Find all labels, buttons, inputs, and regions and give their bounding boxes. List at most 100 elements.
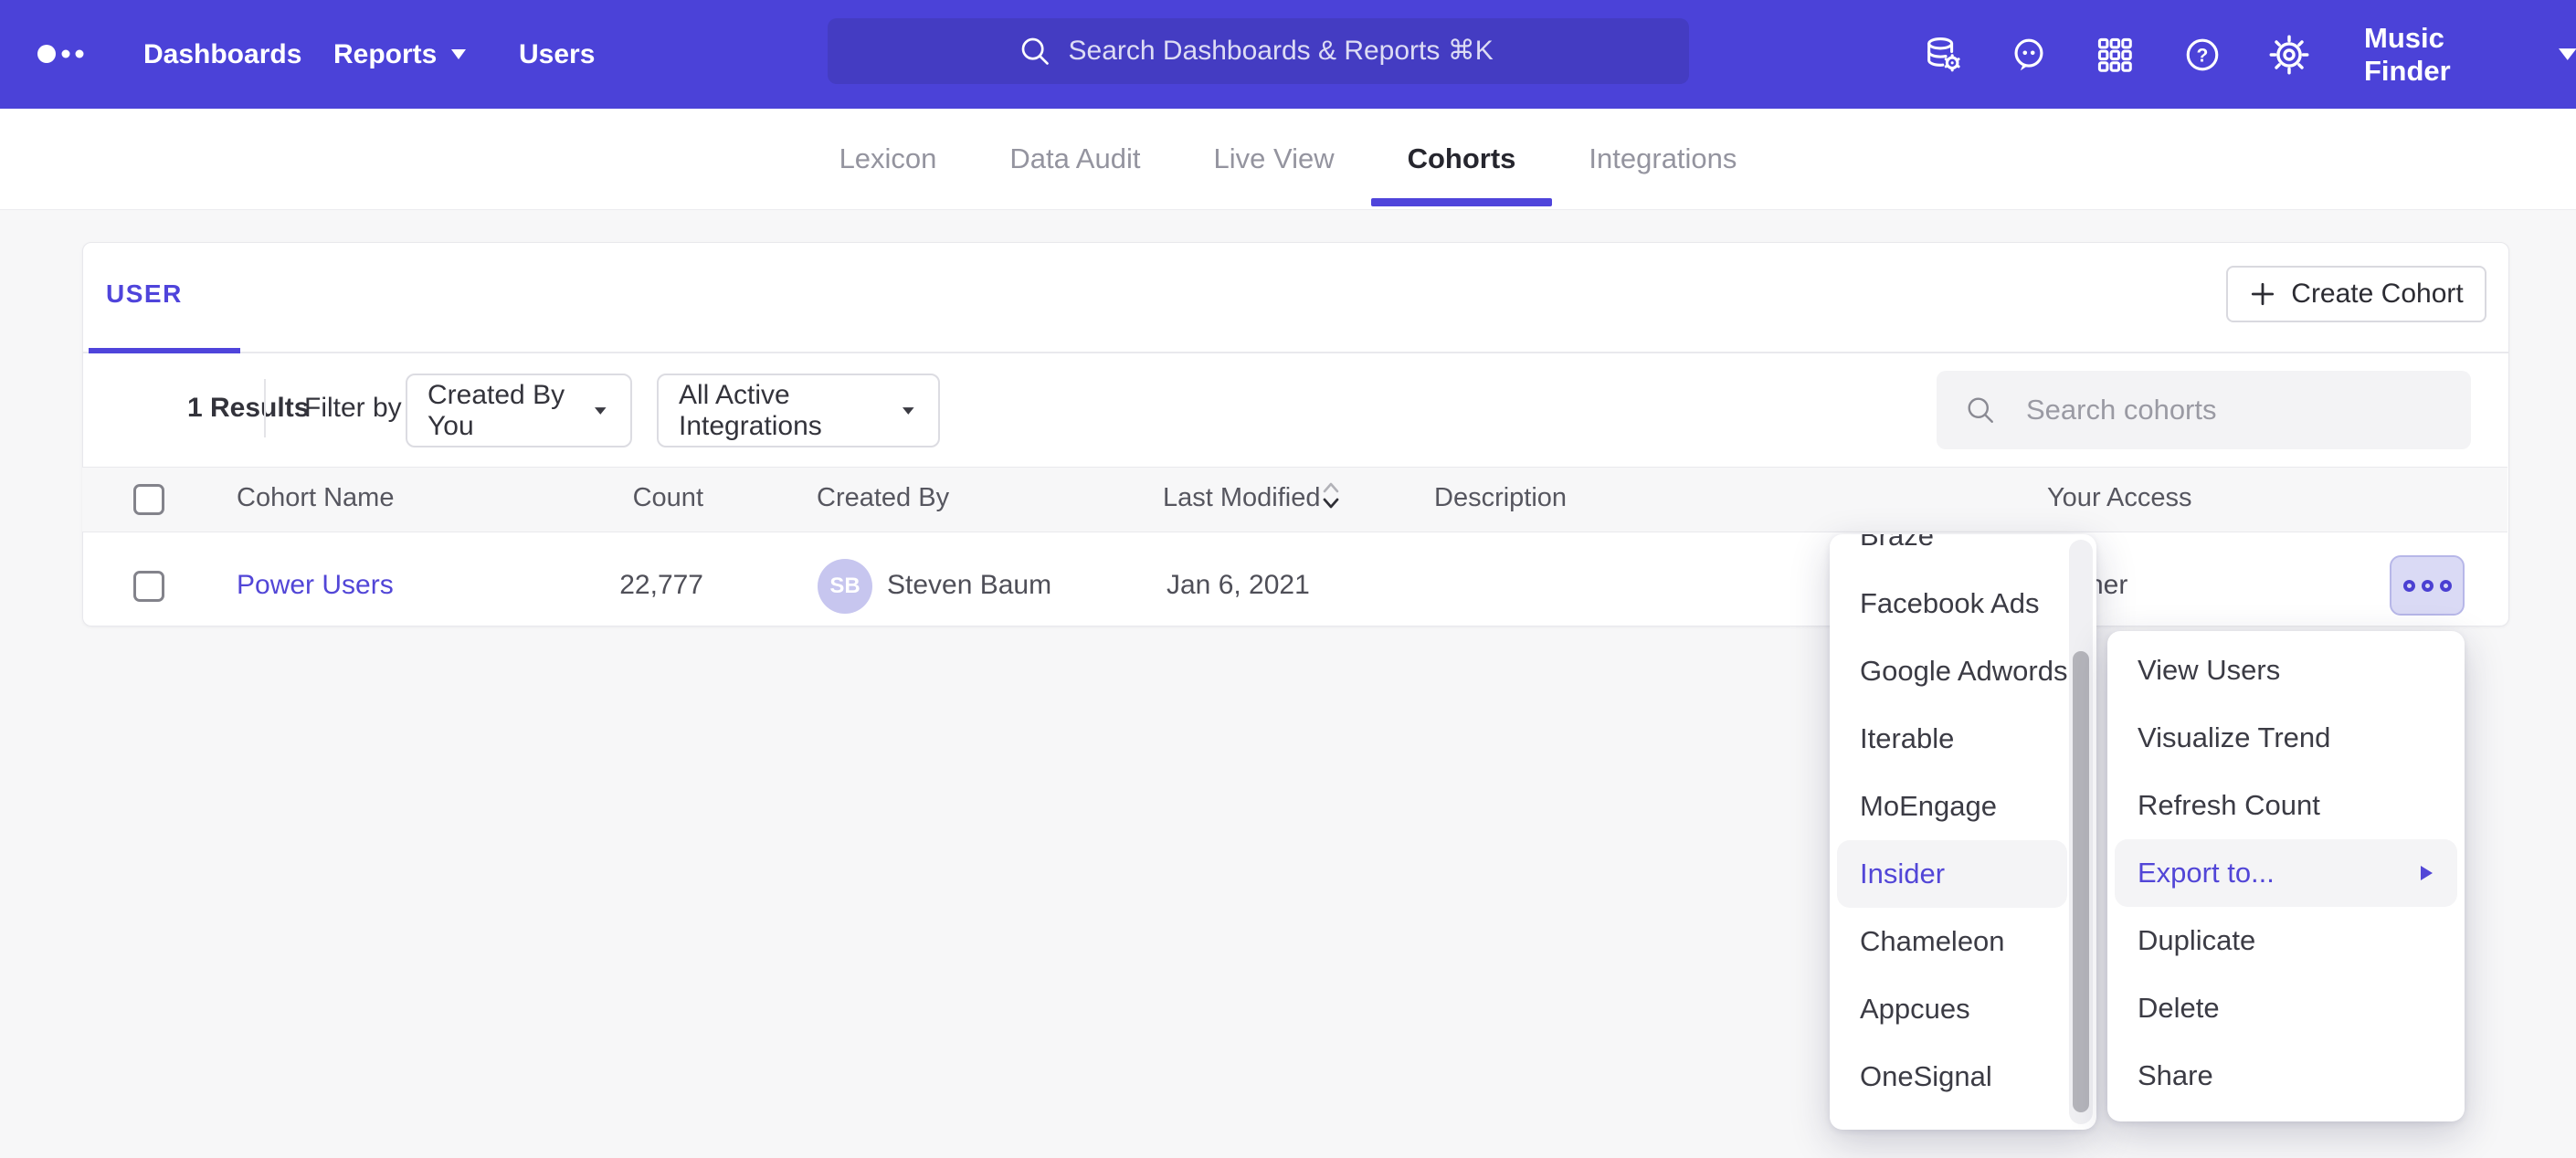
cohorts-page: Dashboards Reports Users <box>0 0 2576 1158</box>
tab-label: Data Audit <box>1009 142 1140 175</box>
submenu-item-braze[interactable]: Braze <box>1837 534 2067 570</box>
created-by-filter-dropdown[interactable]: Created By You <box>406 374 632 447</box>
creator-avatar: SB <box>818 559 872 614</box>
search-icon <box>1018 34 1052 68</box>
submenu-item-onesignal[interactable]: OneSignal <box>1837 1043 2067 1111</box>
apps-grid-icon <box>2095 35 2135 75</box>
submenu-item-google-adwords[interactable]: Google Adwords <box>1837 637 2067 705</box>
column-header-last-modified[interactable]: Last Modified <box>1163 483 1321 513</box>
svg-text:?: ? <box>2197 45 2209 66</box>
column-header-created-by[interactable]: Created By <box>817 483 949 513</box>
menu-item-label: Chameleon <box>1860 925 2005 958</box>
menu-item-label: OneSignal <box>1860 1060 1992 1093</box>
column-header-your-access[interactable]: Your Access <box>2047 483 2192 513</box>
plus-icon <box>2249 280 2276 308</box>
select-all-checkbox[interactable] <box>133 484 164 515</box>
last-modified-date: Jan 6, 2021 <box>1167 570 1310 601</box>
kebab-dot-icon <box>2422 580 2433 592</box>
menu-item-label: Export to... <box>2138 857 2275 890</box>
active-tab-underline <box>1371 198 1553 206</box>
nav-item-dashboards[interactable]: Dashboards <box>143 0 301 109</box>
toolbar-divider <box>264 379 266 437</box>
menu-item-refresh-count[interactable]: Refresh Count <box>2115 772 2457 839</box>
menu-item-delete[interactable]: Delete <box>2115 974 2457 1042</box>
tab-lexicon[interactable]: Lexicon <box>803 109 974 208</box>
submenu-item-chameleon[interactable]: Chameleon <box>1837 908 2067 975</box>
support-messages-icon <box>2009 35 2049 75</box>
row-actions-button[interactable] <box>2390 555 2465 616</box>
search-icon <box>1964 394 1997 426</box>
integrations-filter-dropdown[interactable]: All Active Integrations <box>657 374 940 447</box>
menu-item-label: Insider <box>1860 858 1945 890</box>
settings-gear-icon <box>2268 34 2310 76</box>
menu-item-label: Google Adwords <box>1860 655 2067 688</box>
apps-grid-button[interactable] <box>2094 34 2136 76</box>
kebab-dot-icon <box>2403 580 2415 592</box>
menu-item-label: Duplicate <box>2138 924 2255 957</box>
menu-item-visualize-trend[interactable]: Visualize Trend <box>2115 704 2457 772</box>
submenu-item-insider[interactable]: Insider <box>1837 840 2067 908</box>
create-cohort-label: Create Cohort <box>2291 279 2463 310</box>
dropdown-value: Created By You <box>428 380 576 442</box>
brand-dots-logo[interactable] <box>37 36 89 72</box>
column-header-count[interactable]: Count <box>548 483 703 513</box>
filter-by-label: Filter by <box>304 393 402 424</box>
help-button[interactable]: ? <box>2181 34 2223 76</box>
column-header-description[interactable]: Description <box>1434 483 1567 513</box>
menu-item-label: Refresh Count <box>2138 789 2320 822</box>
menu-item-label: Visualize Trend <box>2138 721 2330 754</box>
menu-item-label: Delete <box>2138 992 2220 1025</box>
data-management-button[interactable] <box>1922 34 1964 76</box>
menu-item-label: Appcues <box>1860 993 1970 1026</box>
tab-user-cohorts[interactable]: USER <box>106 279 183 309</box>
secondary-tab-bar: Lexicon Data Audit Live View Cohorts Int… <box>0 109 2576 210</box>
project-switcher[interactable]: Music Finder <box>2364 0 2576 109</box>
menu-item-view-users[interactable]: View Users <box>2115 637 2457 704</box>
tab-label: Live View <box>1213 142 1334 175</box>
submenu-item-appcues[interactable]: Appcues <box>1837 975 2067 1043</box>
menu-item-label: Facebook Ads <box>1860 587 2039 620</box>
cohort-name-link[interactable]: Power Users <box>237 570 394 601</box>
export-destinations-submenu: Braze Facebook Ads Google Adwords Iterab… <box>1830 534 2096 1130</box>
kebab-dot-icon <box>2440 580 2452 592</box>
chevron-down-icon <box>595 406 607 416</box>
tab-cohorts[interactable]: Cohorts <box>1371 109 1553 208</box>
dropdown-value: All Active Integrations <box>679 380 884 442</box>
submenu-item-facebook-ads[interactable]: Facebook Ads <box>1837 570 2067 637</box>
cohort-count: 22,777 <box>548 570 703 601</box>
user-tab-label: USER <box>106 279 183 308</box>
chevron-down-icon <box>903 406 914 416</box>
nav-item-label: Users <box>519 39 595 70</box>
results-count: 1 Results <box>187 393 309 424</box>
row-checkbox[interactable] <box>133 571 164 602</box>
export-destinations-list: Braze Facebook Ads Google Adwords Iterab… <box>1837 534 2067 1111</box>
nav-item-reports[interactable]: Reports <box>333 0 466 109</box>
help-icon: ? <box>2182 35 2222 75</box>
sort-chevrons-icon[interactable] <box>1321 479 1341 513</box>
tab-live-view[interactable]: Live View <box>1177 109 1370 208</box>
submenu-item-moengage[interactable]: MoEngage <box>1837 773 2067 840</box>
menu-item-label: Braze <box>1860 534 1934 553</box>
tab-label: Integrations <box>1589 142 1737 175</box>
settings-button[interactable] <box>2268 34 2310 76</box>
support-messages-button[interactable] <box>2008 34 2050 76</box>
nav-item-users[interactable]: Users <box>519 0 595 109</box>
global-search-bar[interactable] <box>828 18 1689 84</box>
submenu-scrollbar-thumb[interactable] <box>2073 651 2089 1112</box>
tab-integrations[interactable]: Integrations <box>1552 109 1773 208</box>
tab-label: Lexicon <box>839 142 937 175</box>
project-name: Music Finder <box>2364 22 2535 88</box>
menu-item-export-to[interactable]: Export to... <box>2115 839 2457 907</box>
menu-item-label: Iterable <box>1860 722 1954 755</box>
menu-item-share[interactable]: Share <box>2115 1042 2457 1110</box>
menu-item-duplicate[interactable]: Duplicate <box>2115 907 2457 974</box>
column-header-cohort-name[interactable]: Cohort Name <box>237 483 394 513</box>
submenu-item-iterable[interactable]: Iterable <box>1837 705 2067 773</box>
cohort-search-input[interactable] <box>2024 393 2412 427</box>
cohort-search-field[interactable] <box>1937 371 2471 449</box>
tab-data-audit[interactable]: Data Audit <box>973 109 1177 208</box>
create-cohort-button[interactable]: Create Cohort <box>2226 266 2486 322</box>
global-search-input[interactable] <box>1067 35 1500 68</box>
row-context-menu: View Users Visualize Trend Refresh Count… <box>2107 631 2465 1121</box>
menu-item-label: Share <box>2138 1059 2213 1092</box>
